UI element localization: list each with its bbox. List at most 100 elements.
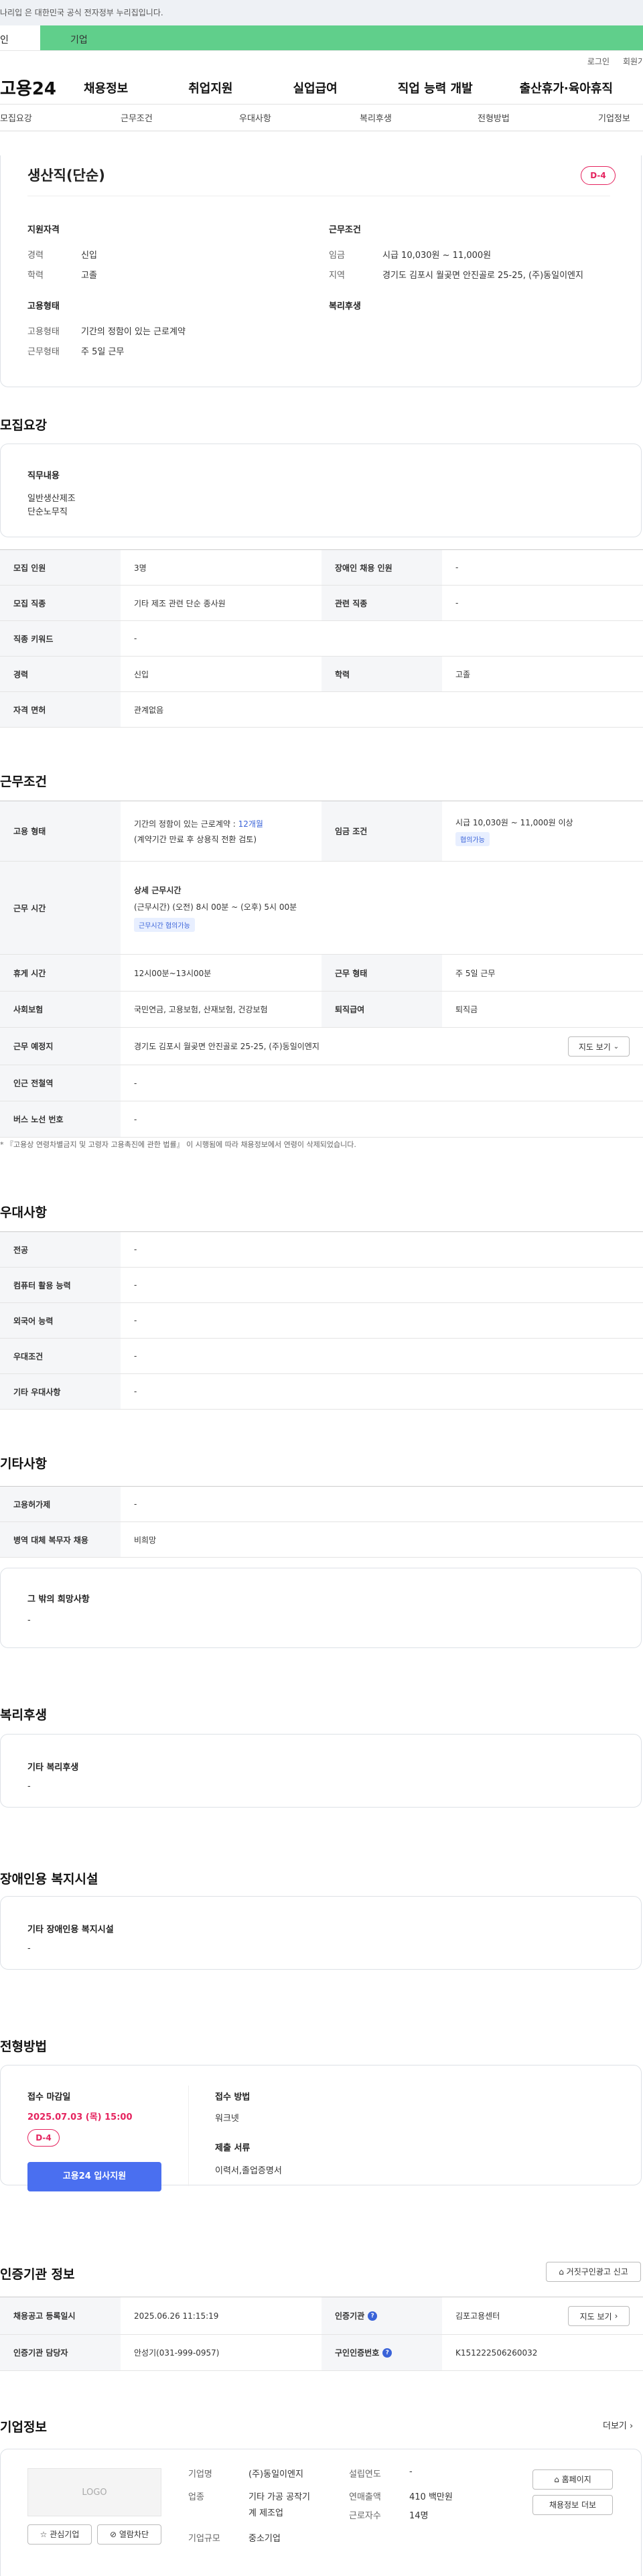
table-row: 병역 대체 복무자 채용 비희망 (0, 1522, 643, 1558)
join-link[interactable]: 회원가 (623, 56, 643, 67)
anchor-process[interactable]: 전형방법 (478, 111, 510, 124)
favorite-label: 관심기업 (50, 2530, 80, 2539)
map-view-button[interactable]: 지도 보기 ⌄ (568, 1036, 630, 1057)
time-negotiable-tag: 근무시간 협의가능 (134, 917, 195, 932)
individual-tab[interactable]: 인 (0, 25, 40, 50)
company-jobs-button[interactable]: 채용정보 더보 (532, 2495, 613, 2515)
table-row: 자격 면허 관계없음 (0, 692, 643, 728)
table-header-cell: 관련 직종 (322, 586, 442, 620)
company-more-link[interactable]: 더보기 › (603, 2419, 633, 2431)
table-header-cell: 자격 면허 (0, 692, 121, 727)
table-header-cell: 퇴직급여 (322, 992, 442, 1027)
login-link[interactable]: 로그인 (587, 56, 610, 67)
apply-button[interactable]: 고용24 입사지원 (27, 2162, 161, 2191)
process-heading: 전형방법 (0, 2039, 47, 2054)
table-row: 경력 신입 학력 고졸 (0, 657, 643, 692)
emp-contract-months: 12개월 (238, 819, 263, 829)
table-header-cell: 경력 (0, 657, 121, 691)
table-row: 근무 시간 상세 근무시간 (근무시간) (오전) 8시 00분 ~ (오후) … (0, 862, 643, 955)
welfare-heading: 복리후생 (329, 301, 361, 312)
table-cell: 퇴직금 (455, 1005, 478, 1014)
table-header-cell: 근무 시간 (0, 862, 121, 954)
report-button[interactable]: ⌂ 거짓구인광고 신고 (546, 2262, 641, 2282)
company-more-label: 더보기 (603, 2421, 627, 2431)
company-jobs-label: 채용정보 더보 (549, 2500, 597, 2510)
work-type-value: 주 5일 근무 (81, 347, 125, 357)
emp-type-value: 기간의 정함이 있는 근로계약 (81, 327, 186, 337)
star-icon: ☆ (40, 2530, 48, 2539)
favorite-company-button[interactable]: ☆ 관심기업 (27, 2524, 92, 2545)
nav-menu-benefit[interactable]: 실업급여 (293, 79, 338, 96)
site-logo[interactable]: 고용24 (0, 75, 84, 100)
table-cell: 김포고용센터 지도 보기 › (442, 2297, 643, 2334)
chevron-right-icon: › (630, 2421, 634, 2431)
work-type-key: 근무형태 (27, 347, 60, 357)
table-cell: 3명 (134, 563, 147, 573)
table-row: 전공 - (0, 1232, 643, 1268)
question-icon[interactable]: ? (382, 2348, 392, 2358)
user-type-bar: 인 기업 (0, 25, 643, 51)
company-size-value: 중소기업 (248, 2534, 281, 2544)
sales-key: 연매출액 (349, 2492, 381, 2502)
emp-type-heading: 고용형태 (27, 301, 60, 312)
welfare-section-heading: 복리후생 (0, 1708, 47, 1722)
anchor-company[interactable]: 기업정보 (598, 111, 630, 124)
agency-heading: 인증기관 정보 (0, 2267, 75, 2282)
company-name-value: (주)동일이엔지 (248, 2469, 303, 2480)
table-row: 인증기관 담당자 안성기(031-999-0957) 구인인증번호? K1512… (0, 2335, 643, 2371)
nav-menu-training[interactable]: 직업 능력 개발 (398, 79, 473, 96)
table-header-cell: 버스 노선 번호 (0, 1101, 121, 1137)
industry-value: 기타 가공 공작기 (248, 2492, 310, 2502)
table-cell: 2025.06.26 11:15:19 (134, 2311, 219, 2321)
company-tab[interactable]: 기업 (40, 25, 643, 50)
process-box: 접수 마감일 2025.07.03 (목) 15:00 D-4 고용24 입사지… (0, 2065, 642, 2191)
table-cell: 시급 10,030원 ~ 11,000원 이상 협의가능 (442, 801, 643, 861)
method-value: 워크넷 (215, 2114, 239, 2124)
global-nav: 고용24 채용정보 취업지원 실업급여 직업 능력 개발 출산휴가·육아휴직 (0, 71, 643, 105)
condition-table: 고용 형태 기간의 정함이 있는 근로계약 : 12개월 (계약기간 만료 후 … (0, 801, 643, 1138)
agency-org-header: 인증기관 (335, 2311, 365, 2321)
preference-heading: 우대사항 (0, 1205, 47, 1220)
table-row: 사회보험 국민연금, 고용보험, 산재보험, 건강보험 퇴직급여 퇴직금 (0, 992, 643, 1028)
company-size-key: 기업규모 (188, 2534, 220, 2544)
wage-condition-value: 시급 10,030원 ~ 11,000원 이상 (455, 817, 573, 827)
anchor-preference[interactable]: 우대사항 (239, 111, 271, 124)
anchor-tabs: 모집요강 근무조건 우대사항 복리후생 전형방법 기업정보 (0, 105, 643, 131)
table-cell: - (455, 598, 459, 608)
table-header-cell: 컴퓨터 활용 능력 (0, 1268, 121, 1302)
career-key: 경력 (27, 251, 44, 261)
etc-wish-label: 그 밖의 희망사항 (27, 1595, 90, 1605)
question-icon[interactable]: ? (368, 2311, 378, 2321)
nav-menu-jobs[interactable]: 채용정보 (84, 79, 128, 96)
company-heading: 기업정보 (0, 2420, 47, 2435)
welfare-box: 기타 복리후생 - (0, 1734, 642, 1808)
table-header-cell: 근무 예정지 (0, 1028, 121, 1065)
nav-menu-leave[interactable]: 출산휴가·육아휴직 (520, 79, 613, 96)
table-row: 채용공고 등록일시 2025.06.26 11:15:19 인증기관? 김포고용… (0, 2297, 643, 2335)
etc-wish-value: - (27, 1615, 31, 1625)
table-cell: 고졸 (455, 669, 471, 679)
table-cell: - (134, 1387, 137, 1396)
docs-label: 제출 서류 (215, 2143, 251, 2153)
company-logo: LOGO (27, 2468, 161, 2516)
table-row: 근무 예정지 경기도 김포시 월곶면 안진골로 25-25, (주)동일이엔지 … (0, 1028, 643, 1065)
table-cell: 비희망 (134, 1535, 157, 1545)
edu-key: 학력 (27, 271, 44, 281)
report-button-label: 거짓구인광고 신고 (566, 2267, 628, 2277)
anchor-recruit[interactable]: 모집요강 (0, 111, 32, 124)
block-icon: ⊘ (109, 2530, 117, 2539)
disability-value: - (27, 1944, 31, 1954)
homepage-button[interactable]: ⌂ 홈페이지 (532, 2469, 613, 2490)
work-place-value: 경기도 김포시 월곶면 안진골로 25-25, (주)동일이엔지 (134, 1042, 319, 1051)
block-view-button[interactable]: ⊘ 열람차단 (97, 2524, 161, 2545)
anchor-welfare[interactable]: 복리후생 (360, 111, 392, 124)
table-cell: - (134, 634, 137, 643)
emp-type-key: 고용형태 (27, 327, 60, 337)
agency-map-button[interactable]: 지도 보기 › (568, 2306, 630, 2326)
nav-menu-support[interactable]: 취업지원 (188, 79, 232, 96)
emp-contract-text: 기간의 정함이 있는 근로계약 : (134, 819, 238, 829)
qualification-heading: 지원자격 (27, 225, 60, 235)
anchor-condition[interactable]: 근무조건 (121, 111, 153, 124)
table-cell: - (134, 1499, 137, 1509)
table-cell: 기간의 정함이 있는 근로계약 : 12개월 (계약기간 만료 후 상용직 전환… (121, 801, 322, 861)
